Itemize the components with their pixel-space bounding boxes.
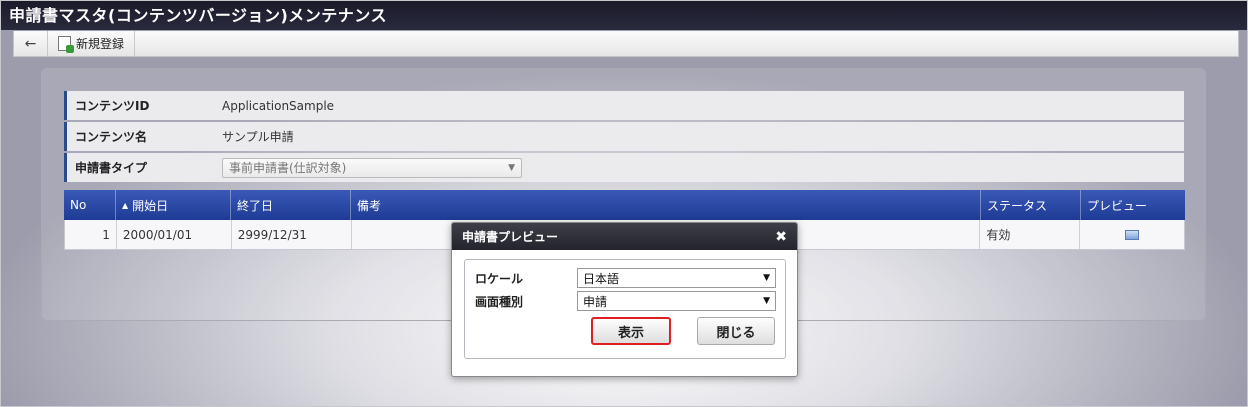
cell-no: 1 [65, 220, 117, 249]
cell-status: 有効 [980, 220, 1081, 249]
detail-form: コンテンツID ApplicationSample コンテンツ名 サンプル申請 … [64, 91, 1184, 184]
screen: 申請書マスタ(コンテンツバージョン)メンテナンス ← 新規登録 コンテンツID … [0, 0, 1248, 407]
dialog-title-bar: 申請書プレビュー ✖ [452, 223, 797, 250]
screen-type-select[interactable]: 申請 ▼ [577, 291, 776, 311]
locale-value: 日本語 [583, 271, 620, 286]
screen-type-value: 申請 [583, 294, 608, 309]
header-start-label: 開始日 [132, 198, 169, 213]
screen-type-label: 画面種別 [475, 294, 524, 309]
header-no[interactable]: No [64, 190, 116, 220]
sort-asc-icon: ▲ [122, 200, 129, 210]
dialog-body: ロケール 日本語 ▼ 画面種別 申請 ▼ 表示 閉じる [464, 259, 786, 359]
preview-icon[interactable] [1125, 229, 1140, 240]
locale-select[interactable]: 日本語 ▼ [577, 268, 776, 288]
application-type-label: 申請書タイプ [64, 153, 214, 182]
show-button[interactable]: 表示 [591, 317, 671, 345]
screen-type-row: 画面種別 申請 ▼ [475, 291, 776, 311]
grid-header: No ▲ 開始日 終了日 備考 ステータス プレビュー [64, 190, 1185, 220]
application-type-value: 事前申請書(仕訳対象) [229, 161, 347, 175]
content-name-value: サンプル申請 [222, 130, 294, 144]
chevron-down-icon: ▼ [508, 162, 515, 173]
application-type-select[interactable]: 事前申請書(仕訳対象) ▼ [222, 157, 522, 178]
close-icon[interactable]: ✖ [775, 229, 787, 245]
preview-dialog: 申請書プレビュー ✖ ロケール 日本語 ▼ 画面種別 申請 ▼ 表示 閉じる [451, 222, 798, 377]
chevron-down-icon: ▼ [763, 273, 770, 283]
cell-preview [1080, 220, 1184, 249]
new-register-button[interactable]: 新規登録 [48, 31, 136, 56]
header-start-date[interactable]: ▲ 開始日 [116, 190, 231, 220]
toolbar: ← 新規登録 [13, 31, 1239, 57]
form-row-content-name: コンテンツ名 サンプル申請 [64, 122, 1184, 151]
header-status[interactable]: ステータス [981, 190, 1081, 220]
content-name-label: コンテンツ名 [64, 122, 214, 151]
close-button[interactable]: 閉じる [697, 317, 775, 345]
back-button[interactable]: ← [14, 31, 48, 56]
arrow-left-icon: ← [24, 35, 37, 52]
page-title: 申請書マスタ(コンテンツバージョン)メンテナンス [1, 1, 1247, 30]
form-row-application-type: 申請書タイプ 事前申請書(仕訳対象) ▼ [64, 153, 1184, 182]
dialog-title: 申請書プレビュー [462, 230, 559, 244]
header-end-date[interactable]: 終了日 [231, 190, 351, 220]
new-register-label: 新規登録 [76, 37, 125, 51]
application-type-cell: 事前申請書(仕訳対象) ▼ [214, 157, 522, 178]
cell-end-date: 2999/12/31 [232, 220, 352, 249]
header-memo[interactable]: 備考 [351, 190, 981, 220]
locale-label: ロケール [475, 271, 524, 286]
header-preview[interactable]: プレビュー [1081, 190, 1185, 220]
chevron-down-icon: ▼ [763, 296, 770, 306]
content-id-value: ApplicationSample [222, 98, 335, 113]
locale-row: ロケール 日本語 ▼ [475, 268, 776, 288]
form-row-content-id: コンテンツID ApplicationSample [64, 91, 1184, 120]
cell-start-date: 2000/01/01 [117, 220, 232, 249]
new-document-icon [58, 36, 74, 53]
content-id-label: コンテンツID [64, 91, 214, 120]
